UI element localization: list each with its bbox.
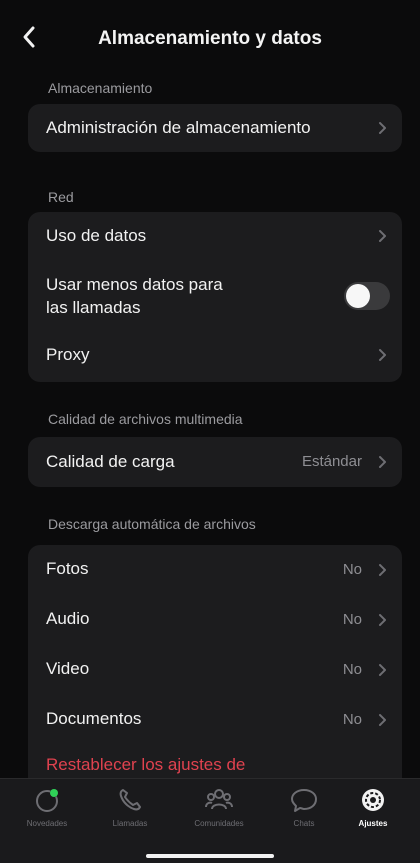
row-value: No (342, 711, 362, 728)
tab-llamadas[interactable]: Llamadas (88, 785, 172, 835)
navigation-header: Almacenamiento y datos (0, 0, 420, 78)
network-group: Uso de datos Usar menos datos para las l… (28, 212, 402, 382)
tab-label: Ajustes (358, 819, 388, 828)
row-video[interactable]: Video No (28, 645, 402, 695)
section-header-media-quality: Calidad de archivos multimedia (48, 411, 243, 427)
tab-label: Chats (293, 819, 315, 828)
phone-icon (119, 789, 141, 811)
chevron-right-icon (379, 664, 386, 676)
chevron-right-icon (379, 456, 386, 468)
communities-icon (205, 789, 233, 810)
chevron-right-icon (379, 349, 386, 361)
row-label-line1: Usar menos datos para (46, 275, 223, 294)
section-header-storage: Almacenamiento (48, 80, 153, 96)
row-data-usage[interactable]: Uso de datos (28, 212, 402, 260)
reset-settings-link[interactable]: Restablecer los ajustes de (46, 755, 245, 775)
row-storage-management[interactable]: Administración de almacenamiento (28, 104, 402, 152)
use-less-data-toggle[interactable] (344, 282, 390, 310)
chevron-right-icon (379, 614, 386, 626)
page-title: Almacenamiento y datos (98, 28, 322, 49)
chat-bubble-icon (291, 789, 317, 812)
toggle-knob (346, 284, 370, 308)
row-proxy[interactable]: Proxy (28, 330, 402, 380)
tab-label: Comunidades (194, 819, 244, 828)
row-label: Uso de datos (46, 226, 147, 245)
row-label: Audio (46, 609, 90, 628)
row-audio[interactable]: Audio No (28, 595, 402, 645)
chevron-right-icon (379, 714, 386, 726)
row-value: No (342, 561, 362, 578)
row-label-line2: las llamadas (46, 298, 141, 317)
tab-label: Llamadas (112, 819, 148, 828)
row-label: Documentos (46, 709, 142, 728)
chevron-right-icon (379, 230, 386, 242)
updates-icon (36, 789, 58, 812)
tab-novedades[interactable]: Novedades (5, 785, 89, 835)
home-indicator (146, 854, 274, 858)
row-label: Video (46, 659, 90, 678)
row-value: No (342, 661, 362, 678)
row-documents[interactable]: Documentos No (28, 695, 402, 745)
row-value: No (342, 611, 362, 628)
row-label: Calidad de carga (46, 452, 175, 471)
chevron-right-icon (379, 122, 386, 134)
tab-comunidades[interactable]: Comunidades (177, 785, 261, 835)
row-label: Administración de almacenamiento (46, 118, 311, 137)
row-use-less-data: Usar menos datos para las llamadas (28, 260, 402, 330)
tab-ajustes[interactable]: Ajustes (331, 785, 415, 835)
tab-label: Novedades (26, 819, 68, 828)
chevron-right-icon (379, 564, 386, 576)
storage-group: Administración de almacenamiento (28, 104, 402, 152)
auto-download-group: Fotos No Audio No Video No Documentos No (28, 545, 402, 785)
media-quality-group: Calidad de carga Estándar (28, 437, 402, 487)
section-header-network: Red (48, 189, 74, 205)
settings-gear-icon (362, 789, 384, 811)
row-value: Estándar (301, 453, 362, 470)
row-label: Proxy (46, 345, 90, 364)
row-label: Fotos (46, 559, 89, 578)
bottom-tab-bar: Novedades Llamadas Comunidades Chats Aju… (0, 778, 420, 863)
row-upload-quality[interactable]: Calidad de carga Estándar (28, 437, 402, 487)
section-header-auto-download: Descarga automática de archivos (48, 516, 256, 532)
row-photos[interactable]: Fotos No (28, 545, 402, 595)
